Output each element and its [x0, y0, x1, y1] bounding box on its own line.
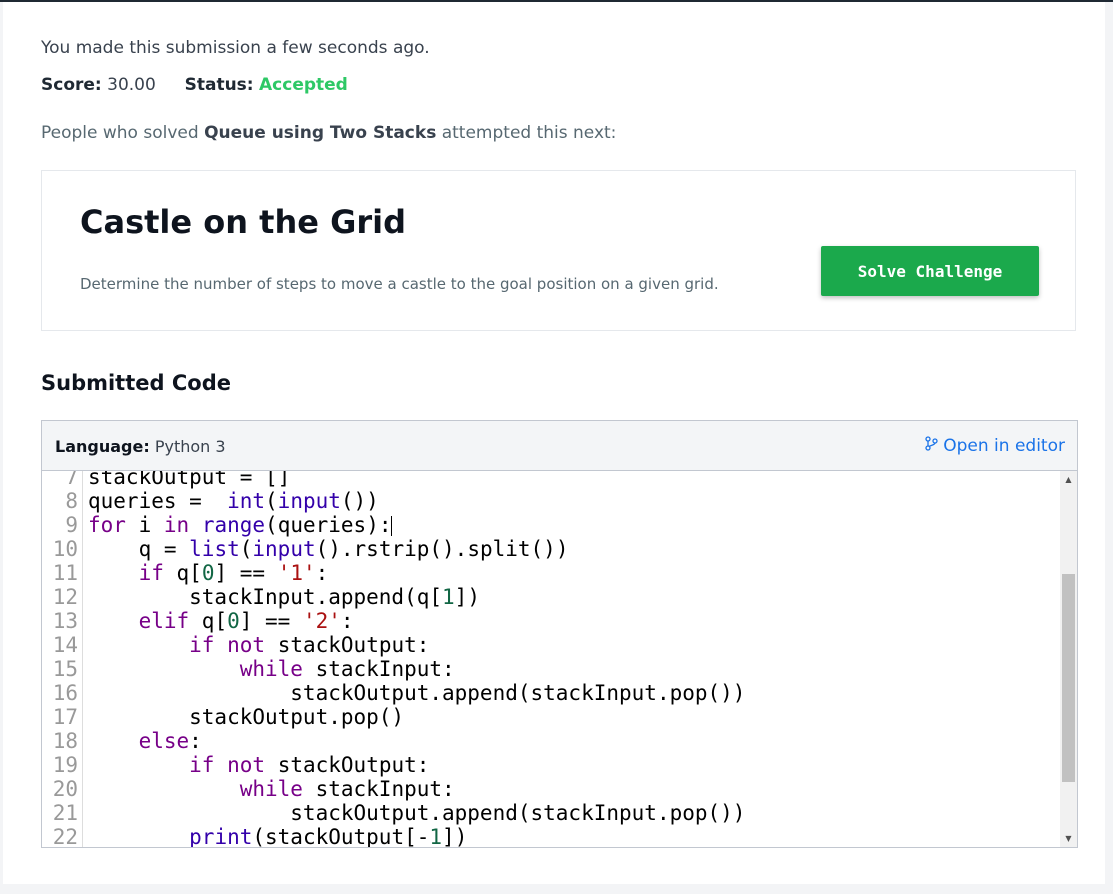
code-line: 12 stackInput.append(q[1]): [42, 585, 1060, 609]
score-status-line: Score: 30.00 Status: Accepted: [41, 75, 348, 95]
code-text: if not stackOutput:: [189, 633, 430, 657]
line-number: 11: [52, 561, 78, 585]
line-number: 14: [52, 633, 78, 657]
code-line: 13 elif q[0] == '2':: [42, 609, 1060, 633]
code-line: 8 queries = int(input()): [42, 489, 1060, 513]
line-number: 19: [52, 753, 78, 777]
code-line: 10 q = list(input().rstrip().split()): [42, 537, 1060, 561]
score-value: 30.00: [107, 75, 156, 95]
code-line: 18 else:: [42, 729, 1060, 753]
status-label: Status:: [184, 75, 254, 95]
line-number: 20: [52, 777, 78, 801]
code-text: print(stackOutput[-1]): [189, 825, 468, 847]
line-number: 21: [52, 801, 78, 825]
code-line: 21 stackOutput.append(stackInput.pop()): [42, 801, 1060, 825]
code-text: stackOutput.append(stackInput.pop()): [88, 801, 746, 825]
code-line: 7 stackOutput = []: [42, 471, 1060, 489]
challenge-card: Castle on the Grid Determine the number …: [41, 170, 1076, 331]
code-line: 14 if not stackOutput:: [42, 633, 1060, 657]
next-prefix: People who solved: [41, 123, 205, 143]
next-challenge-text: People who solved Queue using Two Stacks…: [41, 123, 616, 143]
line-number: 22: [52, 825, 78, 847]
line-number: 10: [52, 537, 78, 561]
line-number: 15: [52, 657, 78, 681]
solved-problem-name: Queue using Two Stacks: [204, 123, 437, 143]
code-line: 17 stackOutput.pop(): [42, 705, 1060, 729]
challenge-title[interactable]: Castle on the Grid: [80, 203, 406, 241]
code-scrollbar[interactable]: ▲ ▼: [1060, 471, 1077, 847]
language-label: Language:: [55, 437, 150, 456]
code-viewer: Language: Python 3 Open in editor 7 stack…: [41, 420, 1078, 848]
code-text: q = list(input().rstrip().split()): [88, 537, 569, 561]
next-suffix: attempted this next:: [436, 123, 617, 143]
line-number: 16: [52, 681, 78, 705]
code-line: 11 if q[0] == '1':: [42, 561, 1060, 585]
code-text: stackOutput = []: [88, 471, 291, 489]
challenge-description: Determine the number of steps to move a …: [80, 275, 719, 293]
status-badge: Accepted: [259, 75, 348, 95]
submission-panel: You made this submission a few seconds a…: [3, 2, 1105, 884]
code-text: while stackInput:: [239, 657, 455, 681]
score-label: Score:: [41, 75, 102, 95]
line-number: 12: [52, 585, 78, 609]
line-number: 18: [52, 729, 78, 753]
open-in-editor-label: Open in editor: [943, 436, 1065, 456]
code-line: 19 if not stackOutput:: [42, 753, 1060, 777]
code-line: 22 print(stackOutput[-1]): [42, 825, 1060, 847]
text-cursor: [391, 516, 393, 536]
code-text: if not stackOutput:: [189, 753, 430, 777]
line-number: 9: [65, 513, 78, 537]
language-value: Python 3: [154, 437, 226, 456]
code-text: else:: [138, 729, 202, 753]
code-text: stackOutput.append(stackInput.pop()): [88, 681, 746, 705]
line-number: 17: [52, 705, 78, 729]
code-header: Language: Python 3 Open in editor: [42, 421, 1077, 471]
open-in-editor-link[interactable]: Open in editor: [925, 436, 1065, 456]
code-text: while stackInput:: [239, 777, 455, 801]
solve-challenge-button[interactable]: Solve Challenge: [821, 246, 1039, 296]
code-line: 15 while stackInput:: [42, 657, 1060, 681]
code-text: if q[0] == '1':: [138, 561, 329, 585]
code-text: stackOutput.pop(): [88, 705, 405, 729]
line-number: 7: [65, 471, 78, 489]
code-line: 16 stackOutput.append(stackInput.pop()): [42, 681, 1060, 705]
scroll-up-arrow-icon[interactable]: ▲: [1060, 471, 1077, 488]
line-number: 8: [65, 489, 78, 513]
scrollbar-thumb[interactable]: [1062, 574, 1075, 782]
language-info: Language: Python 3: [55, 437, 226, 456]
line-number: 13: [52, 609, 78, 633]
code-text: for i in range(queries):: [88, 513, 393, 537]
code-text: queries = int(input()): [88, 489, 379, 513]
branch-icon: [925, 436, 938, 456]
submission-message: You made this submission a few seconds a…: [41, 38, 430, 58]
code-text: stackInput.append(q[1]): [88, 585, 480, 609]
code-line: 20 while stackInput:: [42, 777, 1060, 801]
code-line: 9 for i in range(queries):: [42, 513, 1060, 537]
scroll-down-arrow-icon[interactable]: ▼: [1060, 830, 1077, 847]
submitted-code-title: Submitted Code: [41, 371, 231, 395]
code-editor[interactable]: 7 stackOutput = [] 8 queries = int(input())…: [42, 471, 1060, 847]
code-text: elif q[0] == '2':: [138, 609, 354, 633]
